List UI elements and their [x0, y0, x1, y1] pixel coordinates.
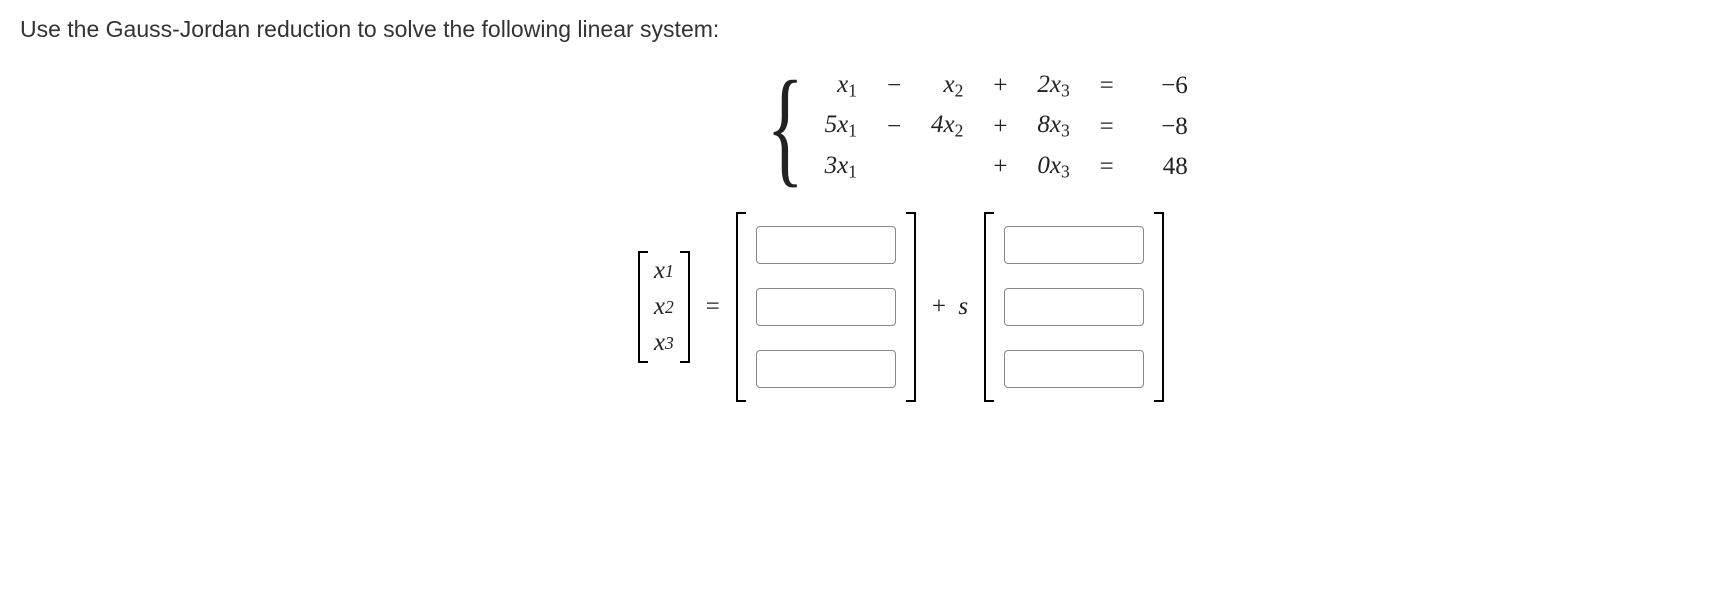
eq2-term1: 5x1 — [825, 111, 857, 141]
parameter-s: s — [958, 293, 968, 320]
left-bracket-icon — [736, 212, 746, 402]
eq1-equals: = — [1092, 72, 1122, 100]
left-bracket-icon — [638, 251, 648, 363]
equation-grid: x1 − x2 + 2x3 = −6 5x1 − 4x2 + 8x3 = −8 … — [825, 71, 1188, 182]
direction-input-1[interactable] — [1004, 226, 1144, 264]
eq3-op2: + — [985, 153, 1015, 181]
right-bracket-icon — [906, 212, 916, 402]
particular-input-3[interactable] — [756, 350, 896, 388]
eq1-term1: x1 — [825, 71, 857, 101]
solution-row: x1 x2 x3 = + s — [638, 212, 1164, 402]
linear-system: { x1 − x2 + 2x3 = −6 5x1 − 4x2 + 8x3 = −… — [754, 71, 1187, 182]
eq1-term2: x2 — [931, 71, 963, 101]
direction-input-2[interactable] — [1004, 288, 1144, 326]
left-brace-icon: { — [767, 71, 804, 182]
eq3-term3: 0x3 — [1037, 152, 1069, 182]
eq3-equals: = — [1092, 153, 1122, 181]
var-x2: x2 — [654, 293, 674, 321]
direction-vector — [984, 212, 1164, 402]
eq2-op2: + — [985, 113, 1015, 141]
plus-sign: + s — [932, 293, 968, 321]
right-bracket-icon — [1154, 212, 1164, 402]
eq1-rhs: −6 — [1144, 72, 1188, 100]
math-content: { x1 − x2 + 2x3 = −6 5x1 − 4x2 + 8x3 = −… — [20, 71, 1702, 402]
variable-vector: x1 x2 x3 — [638, 251, 690, 363]
var-x3: x3 — [654, 329, 674, 357]
right-bracket-icon — [680, 251, 690, 363]
var-x1: x1 — [654, 257, 674, 285]
eq2-equals: = — [1092, 113, 1122, 141]
eq1-op1: − — [879, 72, 909, 100]
eq1-term3: 2x3 — [1037, 71, 1069, 101]
particular-input-2[interactable] — [756, 288, 896, 326]
eq2-op1: − — [879, 113, 909, 141]
eq2-term3: 8x3 — [1037, 111, 1069, 141]
eq2-term2: 4x2 — [931, 111, 963, 141]
particular-vector — [736, 212, 916, 402]
eq2-rhs: −8 — [1144, 113, 1188, 141]
particular-input-1[interactable] — [756, 226, 896, 264]
eq3-term1: 3x1 — [825, 152, 857, 182]
question-text: Use the Gauss-Jordan reduction to solve … — [20, 16, 1702, 43]
eq3-rhs: 48 — [1144, 153, 1188, 181]
direction-input-3[interactable] — [1004, 350, 1144, 388]
equals-sign: = — [706, 293, 720, 321]
eq1-op2: + — [985, 72, 1015, 100]
left-bracket-icon — [984, 212, 994, 402]
